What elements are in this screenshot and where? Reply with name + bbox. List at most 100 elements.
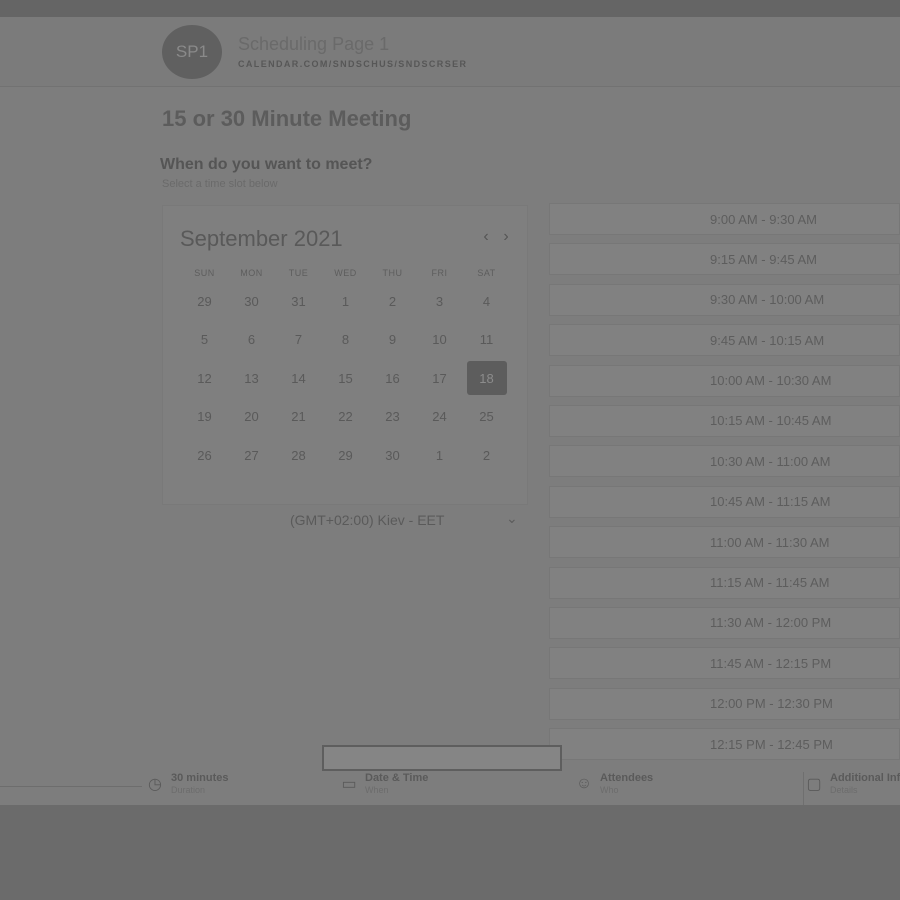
calendar-day: 24 [416,398,463,437]
step-additional-info[interactable]: ▢ Additional Info Details [803,772,900,805]
day-number[interactable]: 16 [373,361,413,395]
time-slot-button[interactable]: 12:15 PM - 12:45 PM [549,728,900,761]
chevron-left-icon[interactable]: ‹ [477,228,495,246]
day-number[interactable]: 8 [326,323,366,357]
selected-day[interactable]: 18 [466,361,507,396]
time-slot-button[interactable]: 9:00 AM - 9:30 AM [549,203,900,235]
calendar-day: 28 [275,436,322,475]
weekday-label: SUN [194,268,215,278]
day-number[interactable]: 4 [467,284,507,318]
calendar-day: 6 [228,321,275,360]
day-number[interactable]: 15 [326,361,366,395]
day-number[interactable]: 19 [185,400,225,434]
weekday-label: MON [240,268,263,278]
time-slot-button[interactable]: 11:45 AM - 12:15 PM [549,647,900,680]
timezone-label[interactable]: (GMT+02:00) Kiev - EET [290,512,444,528]
time-slot-button[interactable]: 9:45 AM - 10:15 AM [549,324,900,357]
scheduling-page-name: Scheduling Page 1 [238,34,390,54]
calendar-day: 16 [369,359,416,398]
day-number[interactable]: 7 [279,323,319,357]
calendar-day: 13 [228,359,275,398]
meet-hint: Select a time slot below [162,178,278,190]
time-slot-button[interactable]: 9:15 AM - 9:45 AM [549,243,900,276]
calendar-day: 18 [463,359,510,398]
calendar-day: 10 [416,321,463,360]
info-icon: ▢ [806,776,822,793]
chevron-down-icon[interactable]: ⌄ [506,510,518,527]
time-slot-button[interactable]: 11:15 AM - 11:45 AM [549,566,900,599]
calendar-day: 30 [228,282,275,321]
day-number[interactable]: 20 [232,400,272,434]
day-number[interactable]: 11 [467,323,507,357]
day-number[interactable]: 1 [420,438,460,472]
day-number[interactable]: 28 [279,438,319,472]
weekday-label: TUE [288,268,309,278]
divider [0,786,142,787]
step-title: 30 minutes [171,772,229,784]
day-number[interactable]: 1 [326,284,366,318]
calendar-day: 17 [416,359,463,398]
time-slot-button[interactable]: 11:30 AM - 12:00 PM [549,606,900,639]
avatar: SP1 [162,25,222,79]
day-number[interactable]: 30 [373,438,413,472]
day-number[interactable]: 25 [467,400,507,434]
calendar-day: 5 [181,321,228,360]
calendar-days-grid: 29 30 31 1 2 3 4 5 6 7 8 9 10 11 12 13 14 15 16 17 18 19 20 21 2… [181,282,510,475]
calendar-day: 12 [181,359,228,398]
calendar-day: 19 [181,398,228,437]
calendar-day: 25 [463,398,510,437]
step-subtitle: When [365,785,389,795]
calendar-day: 14 [275,359,322,398]
day-number[interactable]: 29 [326,438,366,472]
day-number[interactable]: 17 [420,361,460,395]
day-number[interactable]: 24 [420,400,460,434]
weekday-header: SUN MON TUE WED THU FRI SAT [181,268,510,278]
step-date-time[interactable]: ▭ Date & Time When [339,772,489,805]
day-number[interactable]: 21 [279,400,319,434]
day-number[interactable]: 22 [326,400,366,434]
time-slot-button[interactable]: 10:00 AM - 10:30 AM [549,364,900,397]
time-slot-button[interactable]: 12:00 PM - 12:30 PM [549,687,900,720]
time-slot-button[interactable]: 9:30 AM - 10:00 AM [549,283,900,316]
day-number[interactable]: 29 [185,284,225,318]
day-number[interactable]: 2 [373,284,413,318]
weekday-label: WED [334,268,357,278]
meeting-title: 15 or 30 Minute Meeting [162,106,412,131]
timezone-selector[interactable]: (GMT+02:00) Kiev - EET ⌄ [162,508,528,536]
browser-top-bar [0,0,900,17]
tooltip-overlay [322,745,562,771]
day-number[interactable]: 2 [467,438,507,472]
day-number[interactable]: 14 [279,361,319,395]
time-slot-button[interactable]: 11:00 AM - 11:30 AM [549,526,900,559]
step-attendees[interactable]: ☺ Attendees Who [574,772,724,805]
calendar-day: 8 [322,321,369,360]
calendar-day: 7 [275,321,322,360]
day-number[interactable]: 3 [420,284,460,318]
time-slot-list: 9:00 AM - 9:30 AM 9:15 AM - 9:45 AM 9:30 A… [549,203,900,768]
calendar-day: 2 [369,282,416,321]
day-number[interactable]: 10 [420,323,460,357]
day-number[interactable]: 27 [232,438,272,472]
time-slot-button[interactable]: 10:30 AM - 11:00 AM [549,445,900,478]
booking-steps-bar: ◷ 30 minutes Duration ▭ Date & Time When… [0,772,900,805]
chevron-right-icon[interactable]: › [497,228,515,246]
day-number[interactable]: 23 [373,400,413,434]
day-number[interactable]: 13 [232,361,272,395]
time-slot-button[interactable]: 10:45 AM - 11:15 AM [549,485,900,518]
calendar-day: 4 [463,282,510,321]
day-number[interactable]: 9 [373,323,413,357]
page-header: SP1 Scheduling Page 1 CALENDAR.COM/SNDSC… [0,17,900,87]
calendar-icon: ▭ [341,776,357,793]
step-subtitle: Who [600,785,619,795]
day-number[interactable]: 26 [185,438,225,472]
day-number[interactable]: 6 [232,323,272,357]
step-duration[interactable]: ◷ 30 minutes Duration [145,772,295,805]
scheduling-page-url[interactable]: CALENDAR.COM/SNDSCHUS/SNDSCRSER [238,59,467,69]
day-number[interactable]: 12 [185,361,225,395]
day-number[interactable]: 5 [185,323,225,357]
day-number[interactable]: 31 [279,284,319,318]
calendar-day: 23 [369,398,416,437]
time-slot-button[interactable]: 10:15 AM - 10:45 AM [549,404,900,437]
day-number[interactable]: 30 [232,284,272,318]
calendar-day: 31 [275,282,322,321]
